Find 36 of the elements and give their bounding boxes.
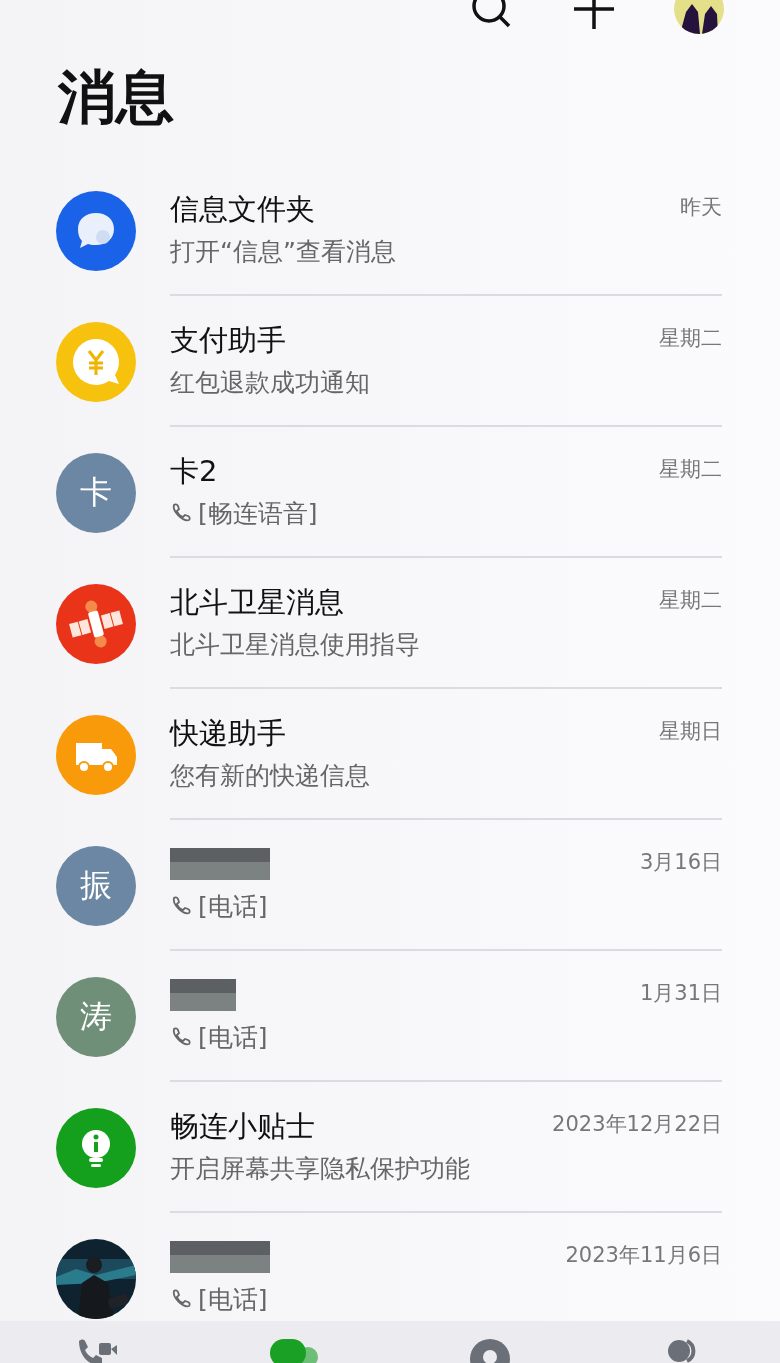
message-time: 2023年11月6日 [565,1242,722,1269]
message-preview: 您有新的快递信息 [170,760,370,792]
contact-avatar: 涛 [56,976,136,1057]
lightbulb-icon [56,1107,136,1188]
message-time: 星期二 [659,325,722,352]
message-time: 2023年12月22日 [552,1111,722,1138]
message-time: 1月31日 [639,980,722,1007]
contact-name: 支付助手 [170,323,286,357]
message-preview: 打开“信息”查看消息 [170,236,396,268]
plus-icon[interactable] [572,0,616,31]
chat-bubbles-icon [56,190,136,271]
contact-avatar: 卡 [56,452,136,533]
message-preview: [电话] [198,1022,268,1054]
contact-name: 畅连小贴士 [170,1109,315,1143]
discover-tab[interactable] [467,1337,512,1363]
contact-name: 卡2 [170,454,218,488]
message-preview: [畅连语音] [198,498,318,530]
contact-name: 快递助手 [170,716,286,750]
message-preview: [电话] [198,1284,268,1316]
message-time: 星期二 [659,587,722,614]
message-preview: 红包退款成功通知 [170,367,370,399]
contact-avatar: 振 [56,845,136,926]
contact-name: 北斗卫星消息 [170,585,344,619]
message-time: 3月16日 [639,849,722,876]
page-title: 消息 [58,68,175,126]
message-preview: 北斗卫星消息使用指导 [170,629,420,661]
message-time: 星期二 [659,456,722,483]
message-preview: [电话] [198,891,268,923]
message-preview: 开启屏幕共享隐私保护功能 [170,1153,470,1185]
satellite-icon [56,583,136,664]
yuan-bubble-icon [56,321,136,402]
contact-name: 信息文件夹 [170,192,315,226]
message-time: 星期日 [659,718,722,745]
truck-icon [56,714,136,795]
message-time: 昨天 [680,194,722,221]
messages-tab[interactable] [268,1337,319,1363]
